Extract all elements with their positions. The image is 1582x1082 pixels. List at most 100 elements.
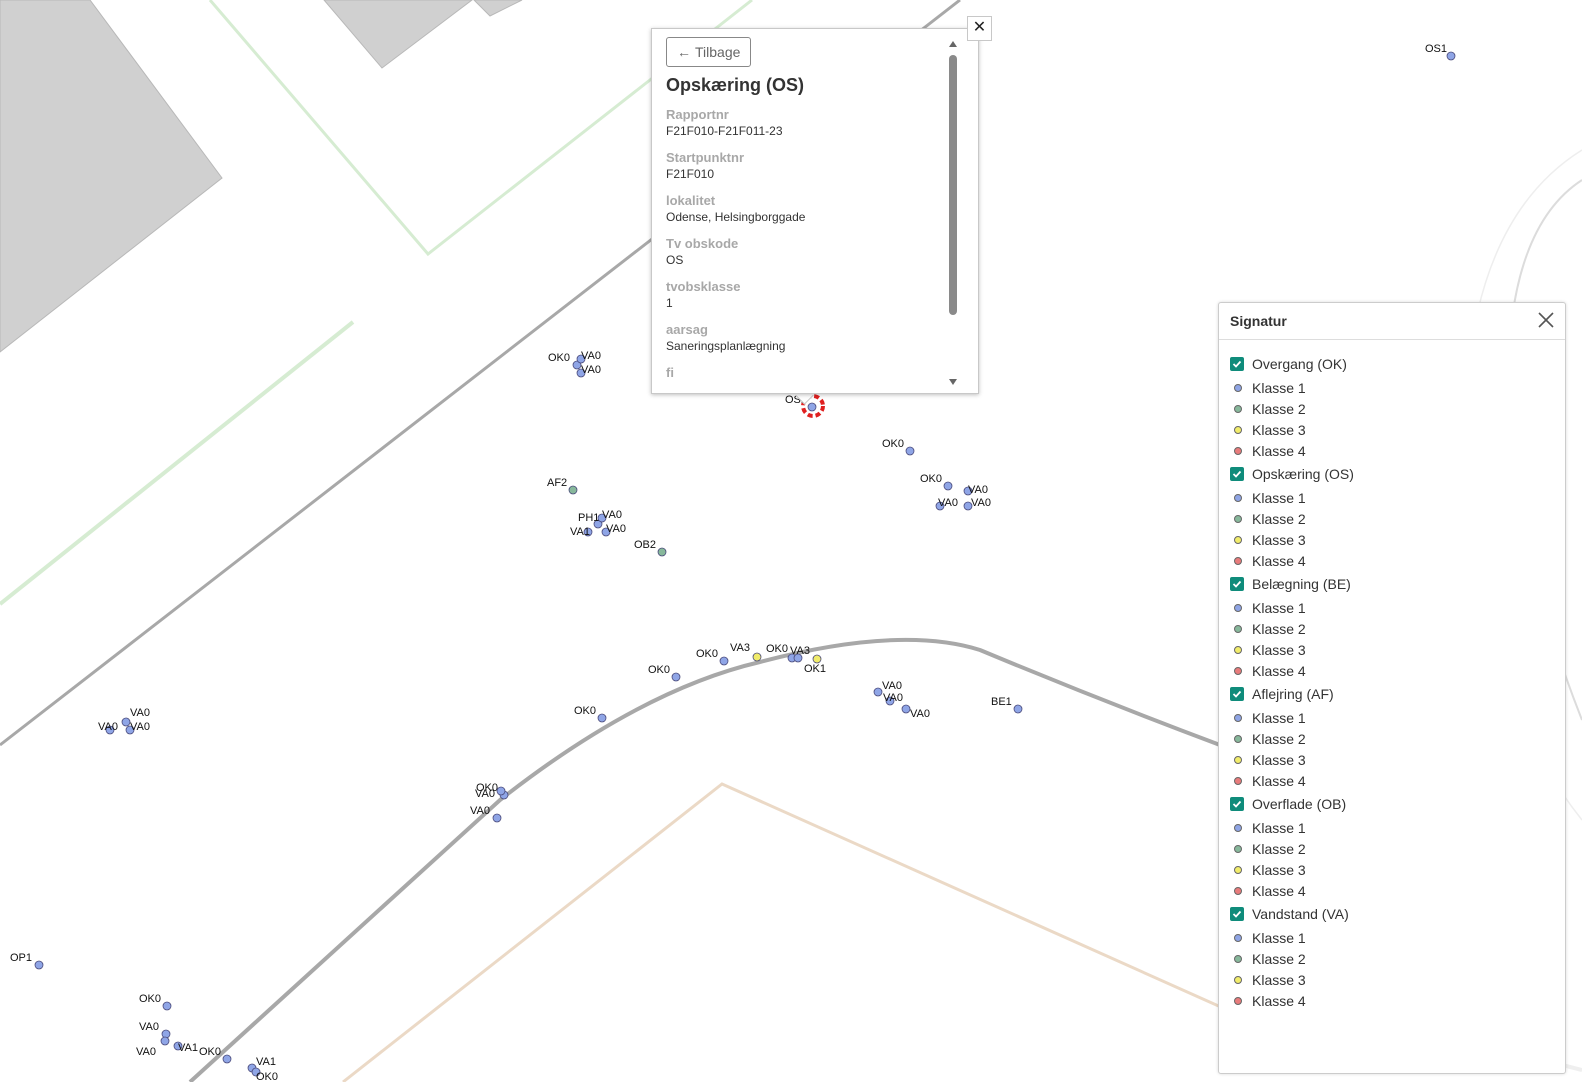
class-dot-icon [1234,865,1242,874]
layer-checkbox[interactable] [1230,577,1244,591]
inspection-point[interactable] [752,652,762,662]
point-label: VA0 [606,523,626,535]
point-label: VA0 [470,805,490,817]
inspection-point[interactable] [597,713,607,723]
legend-item-label: Klasse 2 [1252,400,1306,417]
inspection-point[interactable] [496,786,506,796]
point-label: VA0 [130,707,150,719]
point-label: VA0 [910,708,930,720]
inspection-point[interactable] [1013,704,1023,714]
point-label: BE1 [991,696,1012,708]
point-label: OK0 [648,664,670,676]
legend-item: Klasse 4 [1230,990,1565,1011]
legend-group-header[interactable]: Vandstand (VA) [1230,904,1565,924]
inspection-point[interactable] [657,547,667,557]
class-dot-icon [1234,844,1242,853]
class-dot-icon [1234,425,1242,434]
point-label: OK0 [696,648,718,660]
inspection-point[interactable] [812,654,822,664]
back-button[interactable]: ← Tilbage [666,37,752,67]
legend-item-label: Klasse 4 [1252,882,1306,899]
layer-checkbox[interactable] [1230,467,1244,481]
inspection-point[interactable] [222,1054,232,1064]
legend-item-label: Klasse 3 [1252,531,1306,548]
inspection-point[interactable] [905,446,915,456]
legend-group-header[interactable]: Belægning (BE) [1230,574,1565,594]
legend-header: Signatur [1219,303,1565,340]
class-dot-icon [1234,446,1242,455]
popup-close-button[interactable]: ✕ [967,16,992,41]
point-label: VA0 [938,497,958,509]
scroll-down-icon[interactable] [949,379,957,385]
legend-group-header[interactable]: Overflade (OB) [1230,794,1565,814]
class-dot-icon [1234,886,1242,895]
inspection-point[interactable] [1446,51,1456,61]
point-label: VA1 [570,526,590,538]
scroll-thumb[interactable] [949,55,957,315]
field-label: Startpunktnr [666,150,744,165]
legend-item: Klasse 3 [1230,969,1565,990]
point-label: OK0 [256,1071,278,1082]
legend-item: Klasse 2 [1230,398,1565,419]
point-label: OS1 [1425,43,1447,55]
class-dot-icon [1234,933,1242,942]
popup-field: aarsag Saneringsplanlægning [666,322,946,355]
green-line [0,320,355,606]
point-label: VA0 [139,1021,159,1033]
legend-item: Klasse 2 [1230,508,1565,529]
inspection-point[interactable] [568,485,578,495]
legend-group: Overgang (OK) Klasse 1 Klasse 2 Klasse 3 Kla… [1230,354,1565,461]
inspection-point[interactable] [121,717,131,727]
inspection-point[interactable] [873,687,883,697]
inspection-point[interactable] [943,481,953,491]
legend-item-label: Klasse 3 [1252,861,1306,878]
inspection-point[interactable] [492,813,502,823]
class-dot-icon [1234,535,1242,544]
legend-group-header[interactable]: Aflejring (AF) [1230,684,1565,704]
close-icon[interactable] [1535,309,1557,331]
field-label: Tv obskode [666,236,739,251]
legend-item: Klasse 1 [1230,817,1565,838]
legend-item-label: Klasse 4 [1252,552,1306,569]
inspection-point[interactable] [34,960,44,970]
building-shape [473,0,523,17]
class-dot-icon [1234,603,1242,612]
class-dot-icon [1234,645,1242,654]
legend-group-header[interactable]: Overgang (OK) [1230,354,1565,374]
layer-checkbox[interactable] [1230,357,1244,371]
popup-scrollbar[interactable] [948,41,958,385]
feature-popup: ← Tilbage Opskæring (OS) Rapportnr F21F01… [651,28,979,394]
layer-checkbox[interactable] [1230,907,1244,921]
pipe-line [188,637,1221,1082]
legend-item-label: Klasse 4 [1252,662,1306,679]
point-label: AF2 [547,477,567,489]
legend-item: Klasse 4 [1230,440,1565,461]
class-dot-icon [1234,975,1242,984]
point-label: VA3 [790,645,810,657]
legend-group-header[interactable]: Opskæring (OS) [1230,464,1565,484]
inspection-point[interactable] [671,672,681,682]
class-dot-icon [1234,776,1242,785]
inspection-point[interactable] [160,1036,170,1046]
legend-item: Klasse 2 [1230,948,1565,969]
legend-item: Klasse 1 [1230,927,1565,948]
point-label: VA3 [730,642,750,654]
field-label: tvobsklasse [666,279,741,294]
point-label: OK0 [882,438,904,450]
inspection-point[interactable] [162,1001,172,1011]
legend-item: Klasse 4 [1230,550,1565,571]
point-label: VA0 [581,350,601,362]
scroll-up-icon[interactable] [949,41,957,47]
legend-item: Klasse 1 [1230,597,1565,618]
class-dot-icon [1234,823,1242,832]
inspection-point[interactable] [901,704,911,714]
inspection-point[interactable] [719,656,729,666]
popup-field: Rapportnr F21F010-F21F011-23 [666,107,946,140]
layer-checkbox[interactable] [1230,797,1244,811]
popup-field: Startpunktnr F21F010 [666,150,946,183]
inspection-point[interactable] [807,402,817,412]
legend-item: Klasse 4 [1230,880,1565,901]
legend-item-label: Klasse 2 [1252,950,1306,967]
class-dot-icon [1234,624,1242,633]
layer-checkbox[interactable] [1230,687,1244,701]
